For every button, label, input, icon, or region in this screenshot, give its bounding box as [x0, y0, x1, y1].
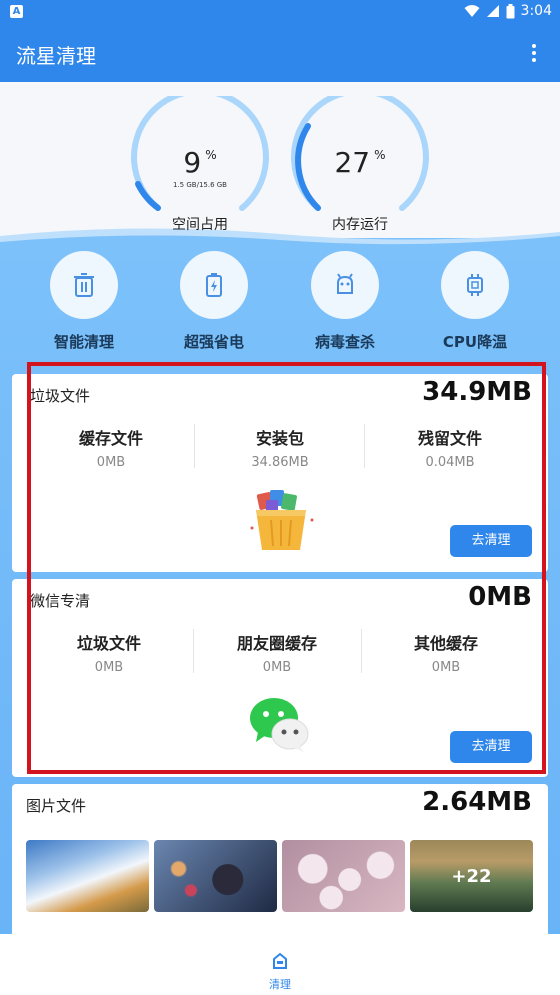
- image-thumbnail-portrait[interactable]: [154, 840, 277, 912]
- more-images-count: +22: [410, 840, 533, 912]
- tool-virus-scan-label: 病毒查杀: [314, 333, 375, 351]
- image-thumbnail-figures[interactable]: [282, 840, 405, 912]
- image-thumbnail-landscape-more[interactable]: +22: [410, 840, 533, 912]
- tool-smart-clean[interactable]: 智能清理: [29, 251, 139, 352]
- hero-section: [0, 82, 560, 242]
- storage-gauge-label: 空间占用: [172, 217, 228, 233]
- tool-virus-scan[interactable]: 病毒查杀: [290, 251, 400, 352]
- nav-item-clean-label: 清理: [269, 978, 291, 991]
- memory-gauge-label: 内存运行: [332, 217, 388, 233]
- tool-power-save-label: 超强省电: [183, 333, 244, 351]
- wifi-icon: [464, 5, 480, 17]
- app-title: 流星清理: [16, 44, 96, 68]
- battery-icon: [206, 273, 222, 297]
- home-clean-icon: [273, 952, 287, 969]
- memory-gauge[interactable]: 27% 内存运行: [290, 96, 430, 236]
- battery-status-icon: [506, 3, 515, 18]
- memory-gauge-unit: %: [374, 148, 386, 162]
- memory-gauge-value: 27: [334, 146, 371, 179]
- tool-power-save[interactable]: 超强省电: [159, 251, 269, 352]
- signal-icon: [486, 5, 499, 17]
- app-bar: 流星清理: [0, 24, 560, 82]
- tool-cpu-cool-label: CPU降温: [442, 333, 508, 351]
- trash-icon: [74, 273, 94, 297]
- storage-gauge-value: 9: [183, 146, 202, 179]
- more-options-icon[interactable]: [522, 40, 546, 66]
- storage-gauge-unit: %: [205, 148, 217, 162]
- status-bar: A 3:04: [0, 0, 560, 24]
- status-time: 3:04: [520, 3, 552, 19]
- image-card-title: 图片文件: [26, 797, 87, 815]
- android-icon: [337, 273, 353, 294]
- storage-gauge-detail: 1.5 GB/15.6 GB: [173, 181, 227, 189]
- bottom-navigation: 清理: [0, 934, 560, 995]
- tool-cpu-cool[interactable]: CPU降温: [420, 251, 530, 352]
- highlight-box: [27, 362, 546, 774]
- storage-gauge[interactable]: 9% 1.5 GB/15.6 GB 空间占用: [130, 96, 270, 236]
- chip-icon: [467, 274, 483, 296]
- image-card-size: 2.64MB: [422, 787, 532, 817]
- tool-smart-clean-label: 智能清理: [53, 333, 114, 351]
- app-notification-icon: A: [10, 5, 23, 18]
- image-thumbnail-sky[interactable]: [26, 840, 149, 912]
- nav-item-clean[interactable]: 清理: [258, 952, 302, 992]
